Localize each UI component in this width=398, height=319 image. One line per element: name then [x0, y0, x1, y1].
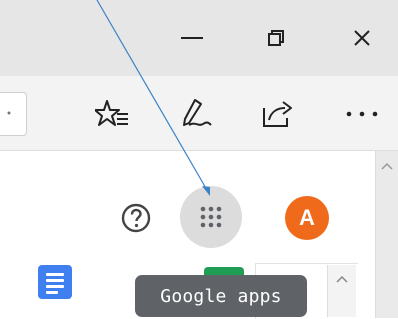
restore-button[interactable] — [252, 20, 300, 56]
minimize-icon — [181, 37, 203, 39]
favorites-star-icon — [95, 100, 128, 126]
docs-app-icon[interactable] — [38, 265, 72, 299]
address-bar[interactable] — [0, 92, 27, 136]
share-button[interactable] — [256, 92, 300, 136]
title-bar — [0, 0, 398, 76]
page-content: A Google apps — [0, 151, 375, 319]
help-circle-icon — [121, 203, 151, 233]
page-scrollbar[interactable] — [375, 151, 398, 318]
more-button[interactable] — [340, 92, 384, 136]
apps-panel-scrollbar[interactable] — [327, 265, 356, 317]
more-ellipsis-icon — [346, 111, 378, 117]
doc-line — [46, 279, 64, 282]
avatar-letter: A — [299, 205, 315, 230]
web-notes-pen-icon — [183, 99, 212, 126]
restore-icon — [268, 30, 284, 46]
close-button[interactable] — [338, 20, 386, 56]
doc-line — [46, 291, 58, 294]
web-notes-button[interactable] — [174, 92, 218, 136]
close-icon — [354, 30, 370, 46]
doc-line — [46, 273, 64, 276]
help-button[interactable] — [114, 196, 158, 240]
account-avatar[interactable]: A — [285, 196, 329, 240]
tooltip-text: Google apps — [160, 285, 282, 307]
google-apps-button[interactable] — [180, 186, 242, 248]
minimize-button[interactable] — [168, 20, 216, 56]
google-apps-tooltip: Google apps — [135, 275, 307, 317]
favorites-button[interactable] — [90, 92, 134, 136]
share-icon — [263, 101, 292, 127]
doc-line — [46, 285, 64, 288]
browser-toolbar — [0, 76, 398, 151]
chevron-up-icon — [336, 275, 348, 283]
scroll-up-icon — [381, 162, 393, 170]
apps-grid-icon — [200, 206, 222, 228]
address-caret-icon — [7, 111, 11, 115]
